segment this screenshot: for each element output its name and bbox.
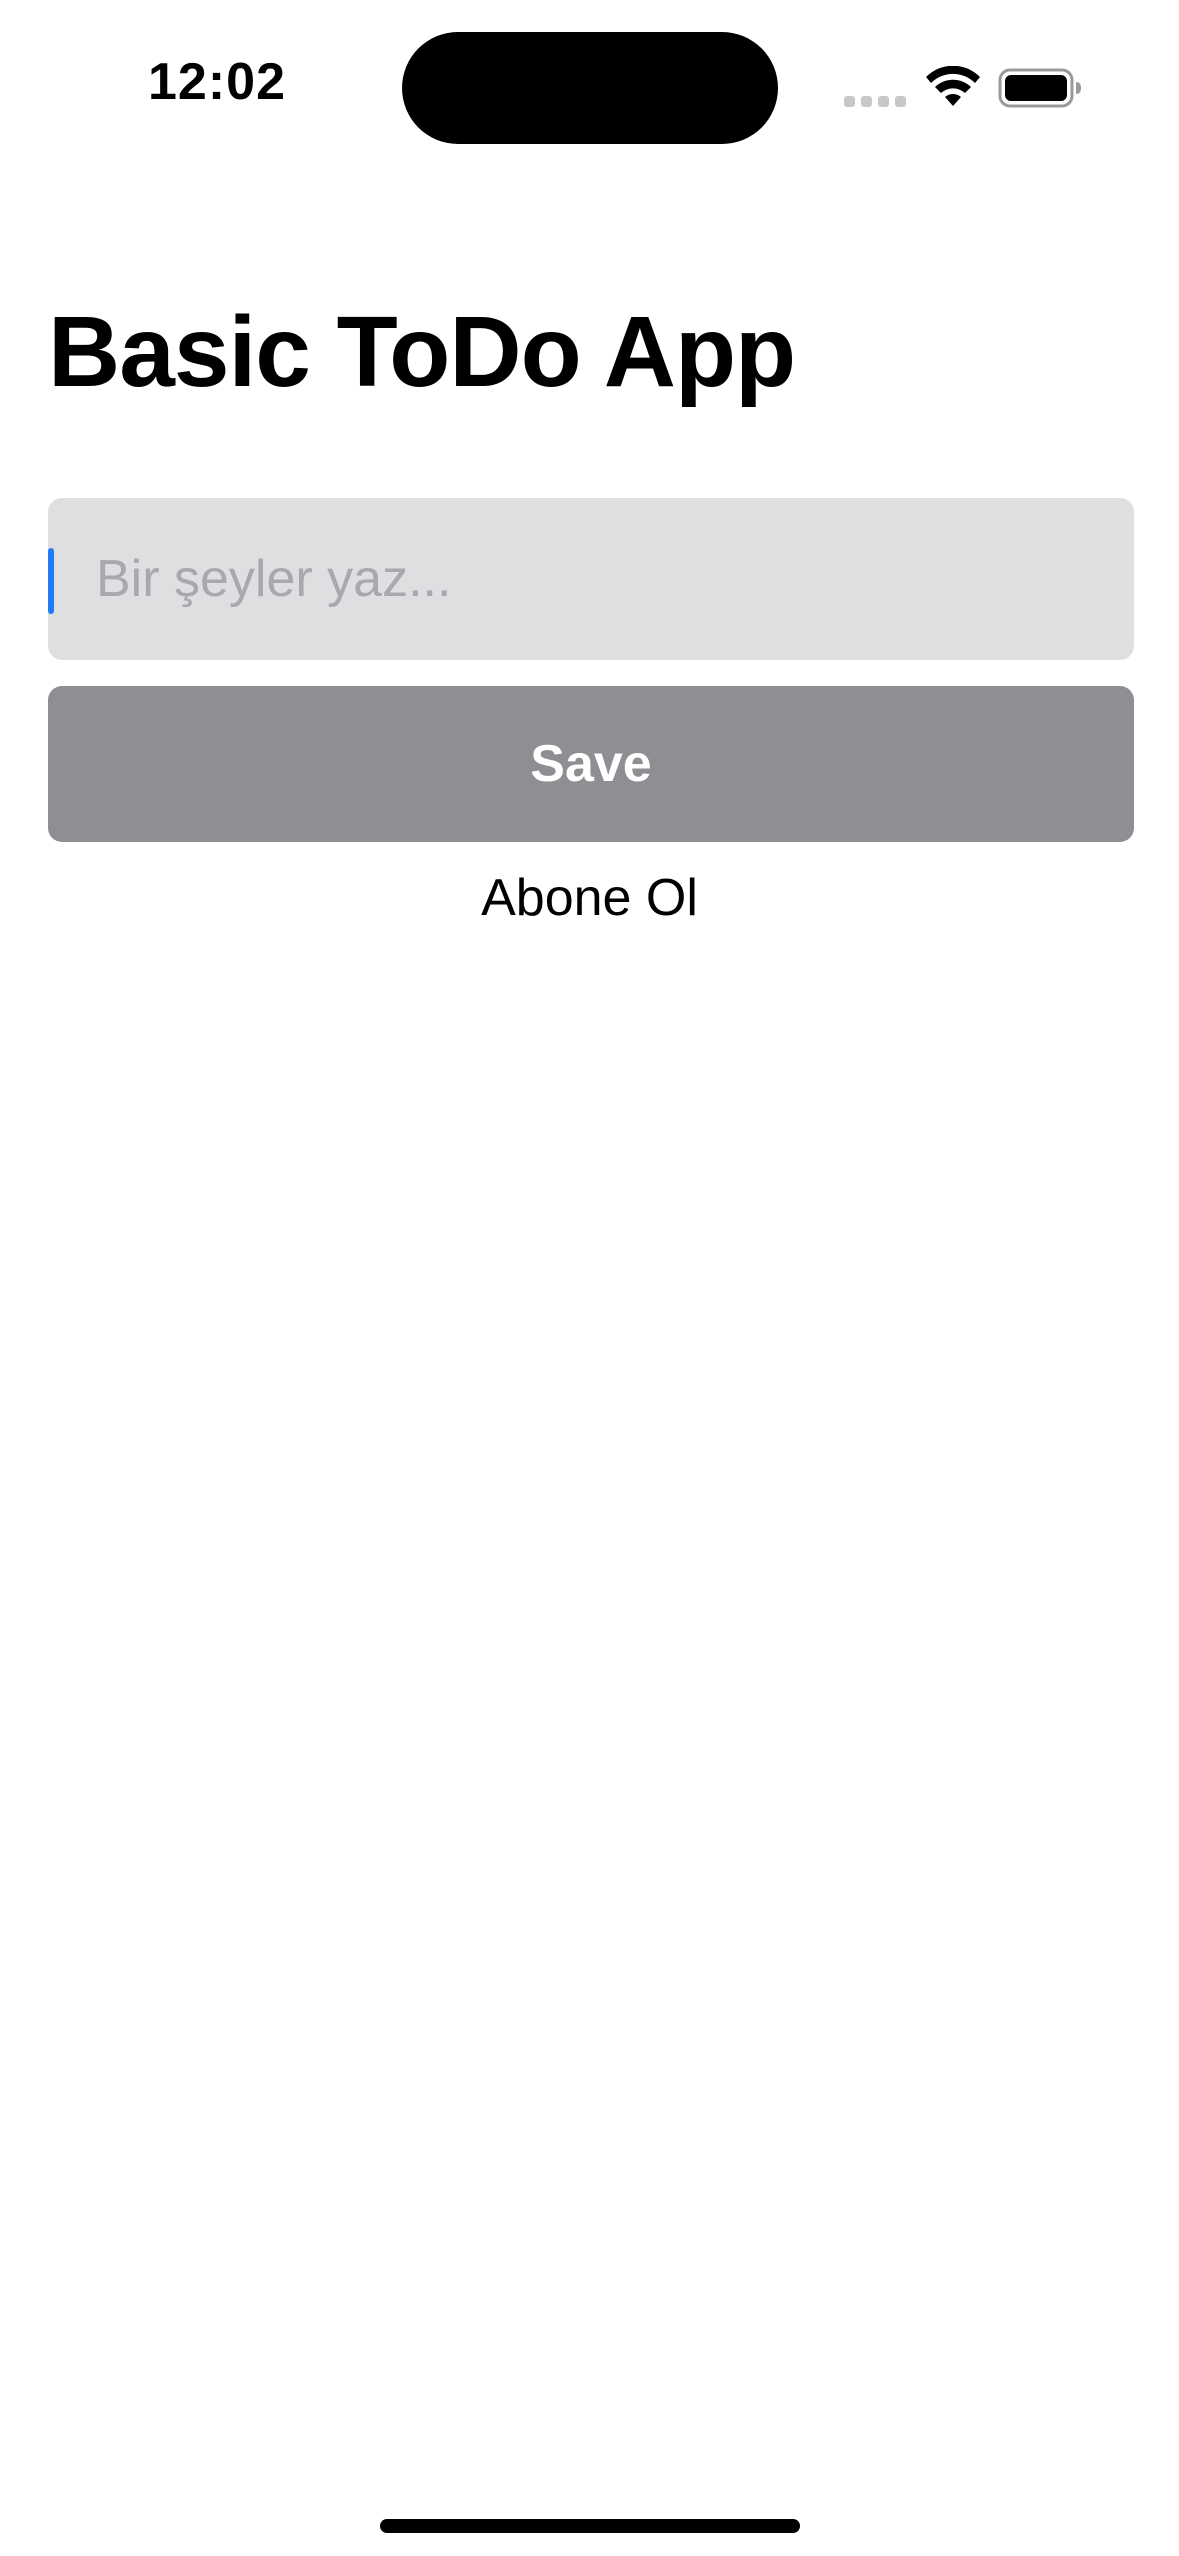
battery-icon (998, 68, 1081, 108)
dynamic-island (402, 32, 778, 144)
status-time: 12:02 (148, 53, 286, 111)
text-cursor (48, 548, 54, 614)
status-bar: 12:02 (0, 0, 1179, 150)
wifi-icon (926, 66, 980, 106)
page-title: Basic ToDo App (48, 296, 796, 408)
todo-input-container (48, 498, 1134, 660)
subscribe-button[interactable]: Abone Ol (0, 869, 1179, 927)
home-indicator[interactable] (380, 2519, 800, 2533)
todo-input[interactable] (96, 498, 1096, 660)
save-button[interactable]: Save (48, 686, 1134, 842)
cellular-signal-icon (844, 96, 906, 107)
